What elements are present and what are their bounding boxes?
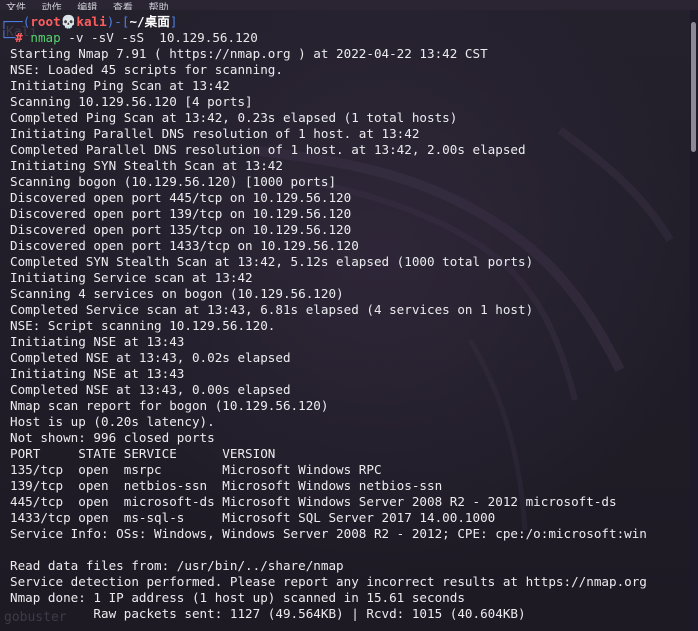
output-line: NSE: Script scanning 10.129.56.120. xyxy=(10,318,276,333)
output-line: Service detection performed. Please repo… xyxy=(10,574,647,589)
output-line: Discovered open port 1433/tcp on 10.129.… xyxy=(10,238,359,253)
command-name: nmap xyxy=(30,30,61,45)
prompt-hash: # xyxy=(15,30,23,45)
output-line: Nmap scan report for bogon (10.129.56.12… xyxy=(10,398,329,413)
prompt-frame: )-[ xyxy=(106,14,130,29)
output-line: Host is up (0.20s latency). xyxy=(10,414,215,429)
output-line: Scanning 4 services on bogon (10.129.56.… xyxy=(10,286,344,301)
prompt-corner: └─ xyxy=(0,30,16,45)
prompt-frame: ] xyxy=(169,14,178,29)
output-line: NSE: Loaded 45 scripts for scanning. xyxy=(10,62,283,77)
output-line: Completed SYN Stealth Scan at 13:42, 5.1… xyxy=(10,254,534,269)
output-line: Initiating NSE at 13:43 xyxy=(10,334,185,349)
output-line: Starting Nmap 7.91 ( https://nmap.org ) … xyxy=(10,46,488,61)
output-line: Read data files from: /usr/bin/../share/… xyxy=(10,558,344,573)
menu-bar: 文件 动作 编辑 查看 帮助 xyxy=(0,0,698,10)
output-line: Raw packets sent: 1127 (49.564KB) | Rcvd… xyxy=(10,606,526,621)
output-line: Discovered open port 445/tcp on 10.129.5… xyxy=(10,190,352,205)
output-line: Initiating Parallel DNS resolution of 1 … xyxy=(10,126,420,141)
output-line: Initiating Ping Scan at 13:42 xyxy=(10,78,230,93)
skull-icon: 💀 xyxy=(60,14,77,29)
output-line: Not shown: 996 closed ports xyxy=(10,430,215,445)
shell-prompt: ┌──(root💀kali)-[~/桌面] xyxy=(0,14,690,30)
output-line: 139/tcp open netbios-ssn Microsoft Windo… xyxy=(10,478,443,493)
prompt-frame: ┌──( xyxy=(0,14,31,29)
output-line: 135/tcp open msrpc Microsoft Windows RPC xyxy=(10,462,382,477)
output-line: Scanning bogon (10.129.56.120) [1000 por… xyxy=(10,174,337,189)
terminal-output: Starting Nmap 7.91 ( https://nmap.org ) … xyxy=(10,46,686,622)
prompt-path: ~/桌面 xyxy=(129,14,170,29)
output-line: Initiating NSE at 13:43 xyxy=(10,366,185,381)
output-line: Initiating SYN Stealth Scan at 13:42 xyxy=(10,158,283,173)
output-line: Service Info: OSs: Windows, Windows Serv… xyxy=(10,526,647,541)
output-line: Completed Service scan at 13:43, 6.81s e… xyxy=(10,302,534,317)
output-line: Initiating Service scan at 13:42 xyxy=(10,270,253,285)
output-line: Completed NSE at 13:43, 0.00s elapsed xyxy=(10,382,291,397)
terminal-window[interactable]: Kali gobuster ┌──(root💀kali)-[~/桌面] └─# … xyxy=(0,10,690,631)
prompt-user: root xyxy=(30,14,61,29)
output-line: PORT STATE SERVICE VERSION xyxy=(10,446,276,461)
scrollbar-thumb[interactable] xyxy=(691,22,696,152)
output-line: Completed NSE at 13:43, 0.02s elapsed xyxy=(10,350,291,365)
command-args: -v -sV -sS 10.129.56.120 xyxy=(60,30,258,45)
output-line: Discovered open port 139/tcp on 10.129.5… xyxy=(10,206,352,221)
output-line: Discovered open port 135/tcp on 10.129.5… xyxy=(10,222,352,237)
output-line: Completed Parallel DNS resolution of 1 h… xyxy=(10,142,526,157)
output-line: 445/tcp open microsoft-ds Microsoft Wind… xyxy=(10,494,617,509)
output-line: Nmap done: 1 IP address (1 host up) scan… xyxy=(10,590,465,605)
output-line: Scanning 10.129.56.120 [4 ports] xyxy=(10,94,253,109)
prompt-host: kali xyxy=(76,14,107,29)
scrollbar[interactable] xyxy=(690,10,698,631)
command-line[interactable]: └─# nmap -v -sV -sS 10.129.56.120 xyxy=(0,30,690,46)
output-line: Completed Ping Scan at 13:42, 0.23s elap… xyxy=(10,110,458,125)
output-line: 1433/tcp open ms-sql-s Microsoft SQL Ser… xyxy=(10,510,496,525)
